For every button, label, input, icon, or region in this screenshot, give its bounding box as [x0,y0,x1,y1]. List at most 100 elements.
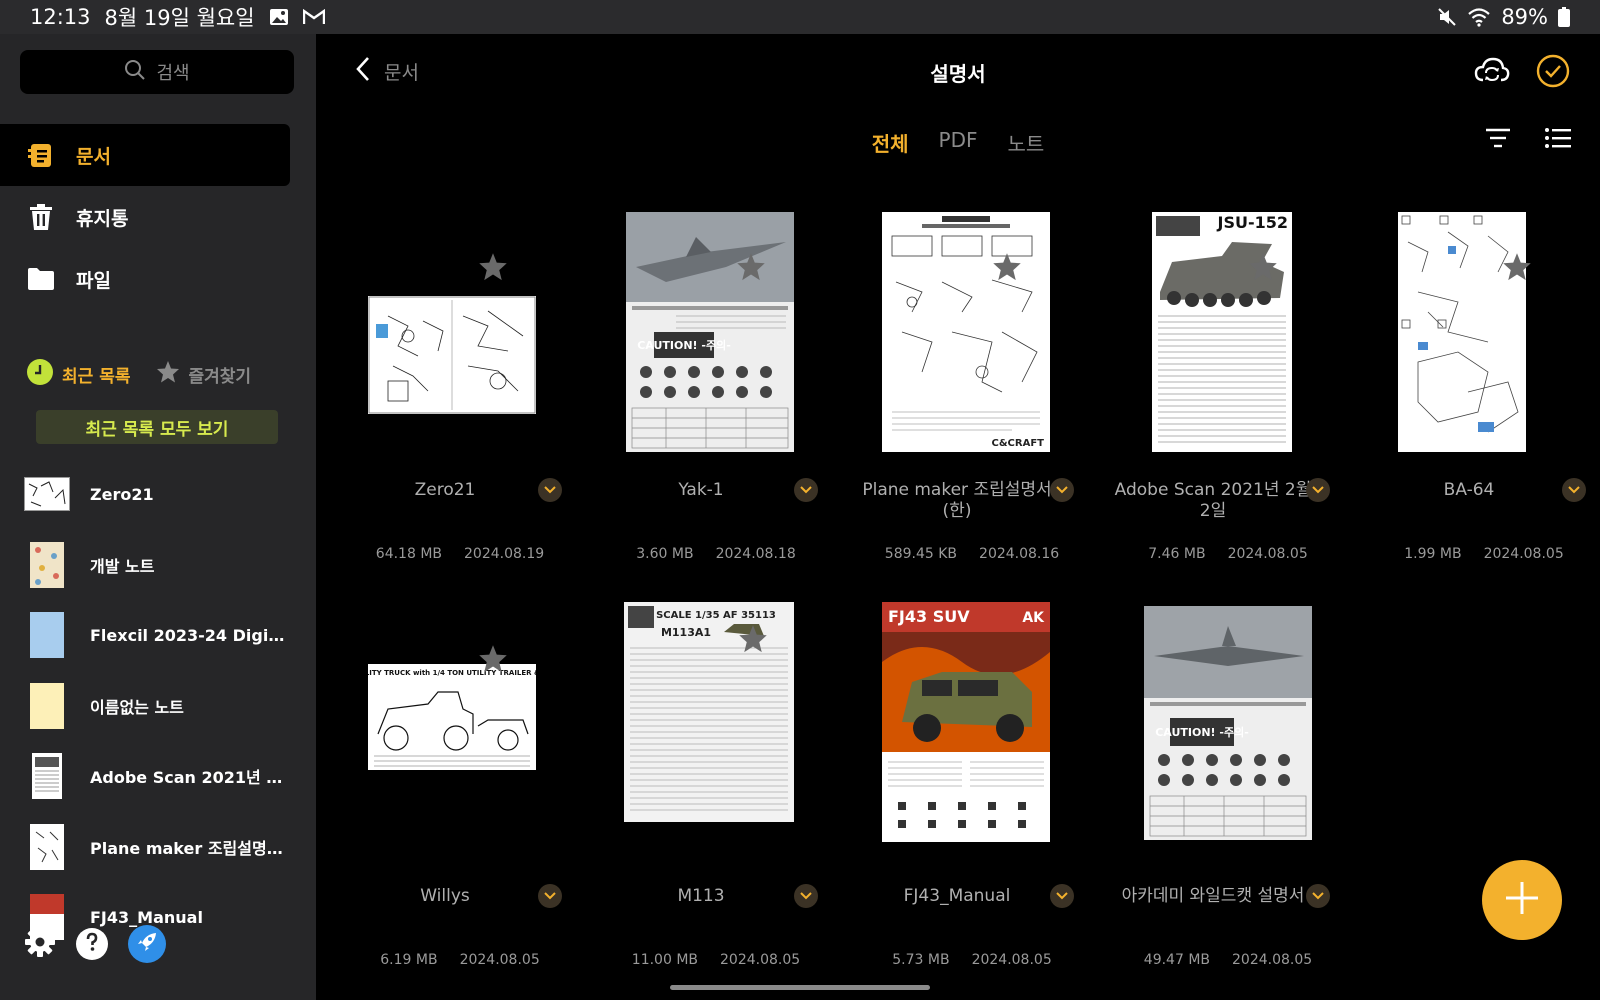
status-time: 12:13 [30,5,91,29]
document-card[interactable]: CAUTION! -주의- 아카데미 와일드캣 설명서 49.47 MB 2024… [1108,602,1348,968]
document-card[interactable]: CAUTION! -주의- Yak-1 3.60 MB 2024.08.18 [596,212,836,572]
list-item-label: 개발 노트 [90,556,155,576]
document-meta: 64.18 MB 2024.08.19 [340,546,580,562]
help-button[interactable] [76,928,108,960]
settings-button[interactable] [24,926,56,962]
document-date: 2024.08.05 [971,952,1052,968]
document-menu-button[interactable] [794,478,818,502]
list-item[interactable]: Zero21 [0,459,316,530]
document-card[interactable]: Zero21 64.18 MB 2024.08.19 [340,212,580,572]
document-name: Yak-1 [678,480,724,500]
document-menu-button[interactable] [538,478,562,502]
favorite-star-icon[interactable] [992,252,1022,286]
select-button[interactable] [1536,54,1570,92]
document-thumbnail [1398,212,1526,452]
document-menu-button[interactable] [538,884,562,908]
battery-percent: 89% [1501,5,1548,29]
document-date: 2024.08.05 [1483,546,1564,562]
document-card[interactable]: BA-64 1.99 MB 2024.08.05 [1364,212,1600,572]
document-meta: 49.47 MB 2024.08.05 [1108,952,1348,968]
tab-recent-label: 최근 목록 [62,367,131,387]
favorite-star-icon[interactable] [478,252,508,286]
document-size: 3.60 MB [636,546,694,562]
chevron-down-icon [1312,486,1324,494]
home-indicator [670,985,930,990]
gmail-notification-icon [302,9,325,25]
cloud-sync-button[interactable] [1474,56,1510,90]
list-view-button[interactable] [1544,126,1572,154]
document-icon [26,140,56,170]
status-date: 8월 19일 월요일 [104,6,255,30]
list-item[interactable]: Flexcil 2023-24 Digital Pl... [0,600,316,671]
sidebar-item-trash[interactable]: 휴지통 [0,186,290,248]
view-all-recent-button[interactable]: 최근 목록 모두 보기 [36,410,278,444]
document-menu-button[interactable] [1306,478,1330,502]
document-card[interactable]: SCALE 1/35 AF 35113 M113A1 M113 11.00 MB 2… [596,602,836,968]
document-card[interactable]: FJ43 SUV AK FJ43_Manual 5.73 MB 2024.08.05 [852,602,1092,968]
favorite-star-icon[interactable] [736,252,766,286]
document-thumbnail: CAUTION! -주의- [1144,606,1312,840]
page-title: 설명서 [930,62,986,86]
add-button[interactable] [1482,860,1562,940]
brand-label: AK [1022,610,1045,626]
document-meta: 5.73 MB 2024.08.05 [852,952,1092,968]
view-controls [1484,126,1572,154]
list-item-label: Flexcil 2023-24 Digital Pl... [90,625,290,645]
document-card[interactable]: JSU-152 Adobe Scan 2021년 2월 2일 7.46 MB 20… [1108,212,1348,572]
document-menu-button[interactable] [1562,478,1586,502]
document-meta: 589.45 KB 2024.08.16 [852,546,1092,562]
plus-icon [1502,878,1542,922]
document-date: 2024.08.19 [464,546,545,562]
document-size: 11.00 MB [631,952,699,968]
favorite-star-icon[interactable] [1502,252,1532,286]
sort-button[interactable] [1484,126,1512,154]
sidebar-item-files[interactable]: 파일 [0,248,290,310]
document-menu-button[interactable] [1306,884,1330,908]
document-card[interactable]: 1/4 TON UTILITY TRUCK with 1/4 TON UTILI… [340,602,580,968]
announcement-button[interactable] [128,925,166,963]
sidebar-item-documents[interactable]: 문서 [0,124,290,186]
document-thumbnail: SCALE 1/35 AF 35113 M113A1 [624,602,794,822]
document-name: Plane maker 조립설명서 (한) [862,480,1052,521]
list-item-label: Adobe Scan 2021년 2월 2일 [90,768,290,788]
document-date: 2024.08.05 [1232,952,1313,968]
brand-label: C&CRAFT [992,438,1045,449]
document-card[interactable]: C&CRAFT Plane maker 조립설명서 (한) 589.45 KB 2… [852,212,1092,572]
gear-icon [24,926,56,962]
document-menu-button[interactable] [1050,478,1074,502]
list-item-label: FJ43_Manual [90,907,203,927]
document-name: BA-64 [1443,480,1495,500]
list-item[interactable]: 개발 노트 [0,530,316,601]
list-item-label: Zero21 [90,484,154,504]
chevron-down-icon [800,486,812,494]
recent-list: Zero21 개발 노트 Flexcil 2023-24 Digital Pl.… [0,459,316,949]
favorite-star-icon[interactable] [478,644,508,678]
document-menu-button[interactable] [794,884,818,908]
favorite-star-icon[interactable] [1248,252,1278,286]
tab-pdf[interactable]: PDF [939,128,978,157]
document-thumbnail: JSU-152 [1152,212,1292,452]
document-thumbnail: 1/4 TON UTILITY TRUCK with 1/4 TON UTILI… [368,664,536,770]
tab-recent[interactable]: 최근 목록 [26,358,130,391]
tab-notes[interactable]: 노트 [1007,128,1044,157]
list-item[interactable]: 이름없는 노트 [0,671,316,742]
search-icon [124,59,146,86]
tab-favorites[interactable]: 즐겨찾기 [156,360,251,389]
status-bar: 12:13 8월 19일 월요일 89% [0,0,1600,34]
document-name: Adobe Scan 2021년 2월 2일 [1114,480,1312,521]
list-item[interactable]: Adobe Scan 2021년 2월 2일 [0,741,316,812]
thumbnail [24,612,70,659]
document-thumbnail: FJ43 SUV AK [882,602,1050,842]
tab-all[interactable]: 전체 [872,128,909,157]
list-item[interactable]: Plane maker 조립설명서 (한) [0,812,316,883]
favorite-star-icon[interactable] [738,624,768,658]
document-meta: 11.00 MB 2024.08.05 [596,952,836,968]
document-name: FJ43_Manual [903,886,1011,906]
recent-favorites-tabs: 최근 목록 즐겨찾기 [26,358,251,391]
model-title: FJ43 SUV [888,607,970,626]
header-actions [1474,54,1570,92]
thumbnail [24,541,70,588]
search-input[interactable]: 검색 [20,50,294,94]
document-menu-button[interactable] [1050,884,1074,908]
sidebar-bottom-actions [24,925,166,963]
